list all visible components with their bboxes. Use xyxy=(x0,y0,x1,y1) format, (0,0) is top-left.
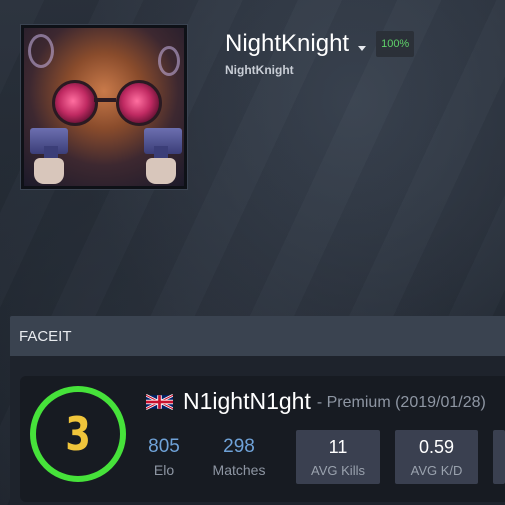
completion-badge: 100% xyxy=(376,31,415,57)
profile-avatar-frame[interactable] xyxy=(20,24,188,190)
glasses-bridge xyxy=(94,98,116,102)
stat-box-partial xyxy=(493,430,505,484)
faceit-membership: - Premium (2019/01/28) xyxy=(316,394,486,411)
uk-flag-icon xyxy=(146,393,173,410)
faceit-panel-title: FACEIT xyxy=(19,328,72,345)
stat-elo-label: Elo xyxy=(153,462,175,478)
smoke-decoration xyxy=(28,34,54,68)
faceit-level-number: 3 xyxy=(65,407,91,461)
stat-matches: 298 Matches xyxy=(207,436,271,478)
faceit-level-badge: 3 xyxy=(30,386,126,482)
profile-avatar xyxy=(24,28,184,186)
avg-kd-value: 0.59 xyxy=(418,437,455,457)
faceit-player-name[interactable]: N1ightN1ght xyxy=(183,388,311,415)
glasses-lens-left xyxy=(52,80,98,126)
faceit-panel-header: FACEIT xyxy=(10,316,505,356)
hand-right xyxy=(146,158,176,184)
avg-kd-label: AVG K/D xyxy=(410,463,463,478)
glasses-lens-right xyxy=(116,80,162,126)
faceit-name-row: N1ightN1ght - Premium (2019/01/28) xyxy=(146,388,486,415)
avg-kills-label: AVG Kills xyxy=(311,463,365,478)
stat-elo-value: 805 xyxy=(148,436,180,457)
username-row: NightKnight 100% xyxy=(225,30,415,58)
avg-kills-value: 11 xyxy=(328,437,348,457)
chevron-down-icon[interactable] xyxy=(358,45,367,51)
hand-left xyxy=(34,158,64,184)
profile-subname: NightKnight xyxy=(225,63,294,77)
stat-matches-label: Matches xyxy=(212,462,266,478)
stat-matches-value: 298 xyxy=(223,436,255,457)
profile-username[interactable]: NightKnight xyxy=(225,30,349,58)
stat-elo: 805 Elo xyxy=(142,436,186,478)
stat-box-avg-kills: 11 AVG Kills xyxy=(296,430,380,484)
stat-box-avg-kd: 0.59 AVG K/D xyxy=(395,430,478,484)
smoke-decoration xyxy=(158,46,180,76)
